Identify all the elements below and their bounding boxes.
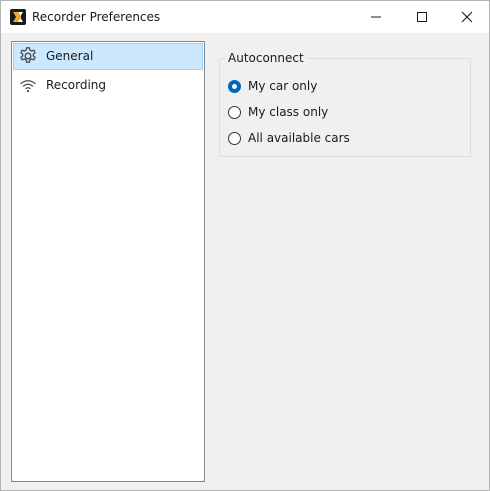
radio-label: All available cars bbox=[248, 131, 350, 145]
minimize-icon bbox=[371, 16, 381, 18]
wifi-icon bbox=[20, 80, 36, 93]
preferences-sidebar: General Recording bbox=[11, 41, 205, 482]
preferences-window: Recorder Preferences General Recording A… bbox=[0, 0, 490, 491]
sidebar-item-recording[interactable]: Recording bbox=[13, 72, 203, 99]
radio-label: My class only bbox=[248, 105, 329, 119]
maximize-button[interactable] bbox=[399, 1, 445, 33]
sidebar-item-label: General bbox=[46, 49, 94, 63]
radio-my-car-only[interactable]: My car only bbox=[228, 79, 428, 97]
autoconnect-group-title: Autoconnect bbox=[225, 51, 307, 66]
radio-my-class-only[interactable]: My class only bbox=[228, 105, 428, 123]
minimize-button[interactable] bbox=[353, 1, 399, 33]
recorder-app-icon bbox=[10, 9, 26, 25]
radio-all-available-cars[interactable]: All available cars bbox=[228, 131, 428, 149]
close-icon bbox=[461, 11, 473, 23]
radio-button-checked[interactable] bbox=[228, 80, 241, 93]
gear-icon bbox=[20, 47, 36, 63]
window-title: Recorder Preferences bbox=[32, 10, 161, 24]
title-bar[interactable]: Recorder Preferences bbox=[1, 1, 489, 33]
radio-button[interactable] bbox=[228, 132, 241, 145]
radio-button[interactable] bbox=[228, 106, 241, 119]
maximize-icon bbox=[417, 12, 427, 22]
sidebar-item-label: Recording bbox=[46, 78, 107, 92]
close-button[interactable] bbox=[444, 1, 490, 33]
radio-label: My car only bbox=[248, 79, 318, 93]
sidebar-item-general[interactable]: General bbox=[13, 43, 203, 70]
